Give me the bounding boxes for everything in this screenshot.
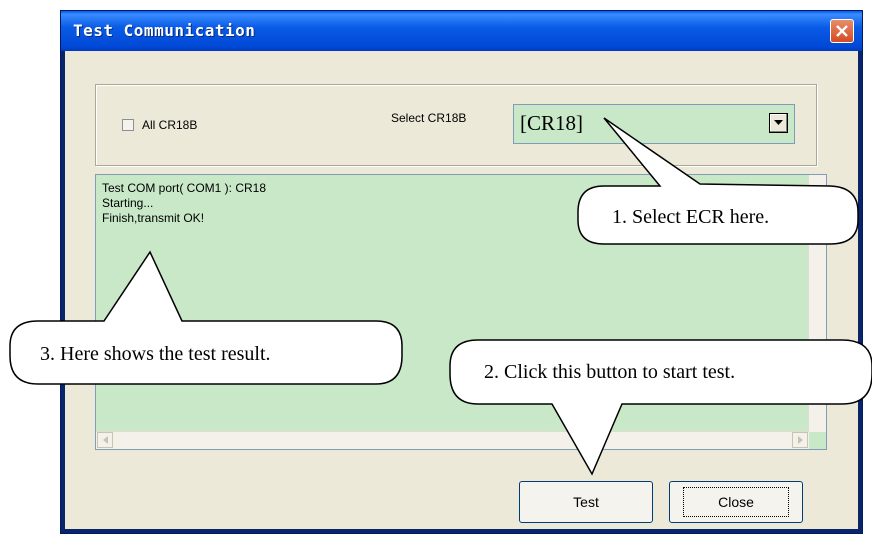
dropdown-arrow-button[interactable] (769, 113, 788, 133)
vertical-scrollbar[interactable] (808, 175, 826, 432)
window-title: Test Communication (73, 21, 256, 40)
callout-result-text: 3. Here shows the test result. (40, 343, 271, 365)
all-cr18b-checkbox[interactable] (122, 119, 134, 131)
scroll-right-button[interactable] (792, 432, 808, 448)
close-icon (836, 25, 848, 37)
window-close-button[interactable] (830, 19, 854, 43)
all-cr18b-label: All CR18B (142, 118, 198, 132)
log-line: Finish,transmit OK! (102, 211, 205, 225)
select-cr18b-label: Select CR18B (391, 111, 467, 125)
dialog-client-area: All CR18B Select CR18B [CR18] Test COM p… (65, 51, 858, 529)
callout-test-text: 2. Click this button to start test. (484, 361, 736, 383)
scroll-left-button[interactable] (97, 432, 113, 448)
log-line: Starting... (102, 196, 154, 210)
close-button[interactable]: Close (669, 481, 803, 523)
all-cr18b-checkbox-row[interactable]: All CR18B (122, 118, 197, 132)
horizontal-scrollbar[interactable] (96, 431, 809, 449)
chevron-right-icon (797, 436, 803, 444)
callout-select-text: 1. Select ECR here. (612, 206, 770, 228)
test-button[interactable]: Test (519, 481, 653, 523)
log-line: Test COM port( COM1 ): CR18 (102, 181, 267, 195)
chevron-down-icon (774, 120, 783, 125)
chevron-left-icon (102, 436, 108, 444)
options-groupbox: All CR18B Select CR18B [CR18] (95, 84, 817, 166)
test-communication-window: Test Communication All CR18B Select CR18… (60, 10, 863, 534)
selected-ecr-value: [CR18] (520, 111, 583, 135)
cr18b-select-dropdown[interactable]: [CR18] (513, 104, 795, 144)
close-button-label: Close (683, 487, 789, 517)
title-bar[interactable]: Test Communication (61, 11, 862, 51)
